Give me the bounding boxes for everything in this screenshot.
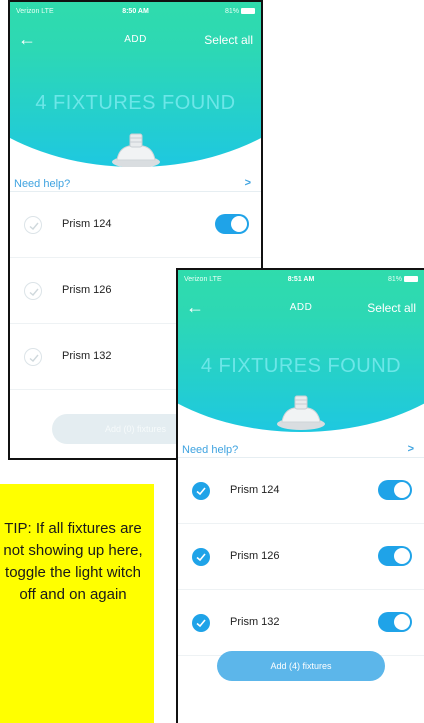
toggle-knob — [394, 482, 410, 498]
light-fixture-icon — [111, 133, 160, 167]
battery-status: 81% — [225, 8, 255, 15]
battery-icon — [404, 276, 418, 283]
select-all-button[interactable]: Select all — [367, 301, 416, 315]
fixture-toggle[interactable] — [378, 546, 412, 566]
checkmark-icon[interactable] — [24, 282, 42, 300]
phone-screenshot-after: Verizon LTE 8:51 AM 81% ← ADD Select all… — [176, 268, 424, 723]
toggle-knob — [231, 216, 247, 232]
composite-screenshot: Verizon LTE 8:50 AM 81% ← ADD Select all… — [0, 0, 424, 723]
need-help-row[interactable]: Need help? > — [178, 442, 424, 458]
clock: 8:50 AM — [122, 8, 149, 15]
fixture-toggle[interactable] — [378, 612, 412, 632]
fixture-name: Prism 132 — [62, 350, 112, 362]
status-bar: Verizon LTE 8:50 AM 81% — [10, 6, 261, 20]
fixture-toggle[interactable] — [378, 480, 412, 500]
fixture-name: Prism 124 — [230, 484, 280, 496]
gradient-header: Verizon LTE 8:51 AM 81% ← ADD Select all… — [178, 270, 424, 432]
chevron-right-icon: > — [244, 177, 251, 189]
battery-status: 81% — [388, 276, 418, 283]
fixtures-found-heading: 4 FIXTURES FOUND — [35, 92, 236, 114]
checkmark-icon[interactable] — [24, 348, 42, 366]
light-fixture-icon — [277, 395, 325, 430]
fixture-toggle[interactable] — [215, 214, 249, 234]
fixture-name: Prism 132 — [230, 616, 280, 628]
battery-percent: 81% — [224, 8, 239, 15]
status-bar: Verizon LTE 8:51 AM 81% — [178, 274, 424, 288]
fixtures-found-heading: 4 FIXTURES FOUND — [200, 355, 402, 377]
select-all-button[interactable]: Select all — [204, 33, 253, 47]
toggle-knob — [394, 548, 410, 564]
add-fixtures-button[interactable]: Add (4) fixtures — [217, 651, 385, 681]
fixture-name: Prism 126 — [62, 284, 112, 296]
toggle-knob — [394, 614, 410, 630]
fixture-row[interactable]: Prism 126 — [178, 524, 424, 590]
tip-callout: TIP: If all fixtures are not showing up … — [0, 484, 154, 723]
fixture-row[interactable]: Prism 124 — [10, 192, 261, 258]
battery-percent: 81% — [387, 276, 402, 283]
chevron-right-icon: > — [407, 443, 414, 455]
fixture-name: Prism 124 — [62, 218, 112, 230]
nav-bar: ← ADD Select all — [10, 30, 261, 52]
checkmark-icon[interactable] — [192, 614, 210, 632]
battery-icon — [241, 8, 255, 15]
gradient-header: Verizon LTE 8:50 AM 81% ← ADD Select all… — [10, 2, 261, 167]
need-help-link[interactable]: Need help? — [14, 178, 70, 190]
fixture-row[interactable]: Prism 132 — [178, 590, 424, 656]
nav-bar: ← ADD Select all — [178, 298, 424, 320]
tip-text: TIP: If all fixtures are not showing up … — [3, 520, 143, 603]
checkmark-icon[interactable] — [192, 548, 210, 566]
fixture-name: Prism 126 — [230, 550, 280, 562]
checkmark-icon[interactable] — [192, 482, 210, 500]
need-help-row[interactable]: Need help? > — [10, 176, 261, 192]
need-help-link[interactable]: Need help? — [182, 444, 238, 456]
fixture-row[interactable]: Prism 124 — [178, 458, 424, 524]
checkmark-icon[interactable] — [24, 216, 42, 234]
